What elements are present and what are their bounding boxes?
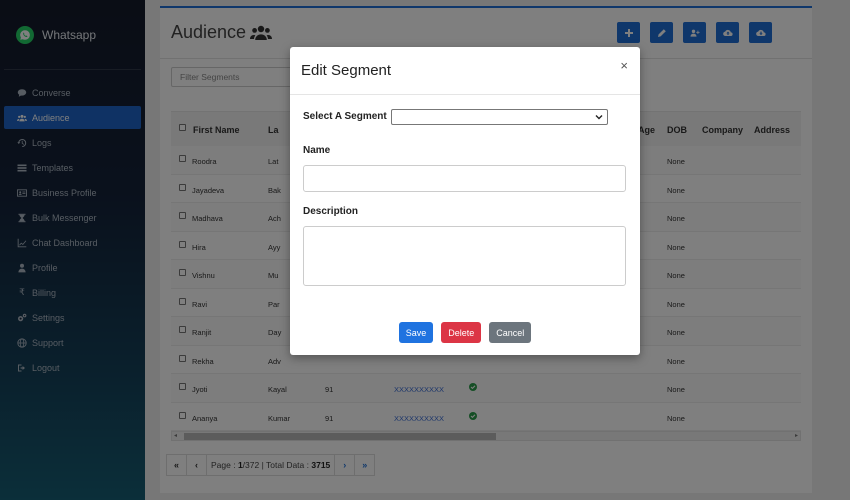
select-segment-label: Select A Segment: [303, 111, 387, 122]
modal-title: Edit Segment: [301, 62, 392, 79]
close-icon[interactable]: ×: [620, 58, 628, 73]
name-label: Name: [303, 145, 331, 156]
modal-actions: Save Delete Cancel: [290, 322, 640, 343]
modal-header: Edit Segment ×: [290, 47, 640, 95]
description-label: Description: [303, 206, 359, 217]
name-input[interactable]: [303, 165, 626, 192]
delete-button[interactable]: Delete: [441, 322, 482, 343]
chevron-down-icon: [595, 115, 603, 120]
cancel-button[interactable]: Cancel: [489, 322, 532, 343]
segment-select[interactable]: [391, 109, 608, 125]
edit-segment-modal: Edit Segment × Select A Segment Name Des…: [290, 47, 640, 355]
save-button[interactable]: Save: [398, 322, 434, 343]
description-textarea[interactable]: [303, 226, 626, 286]
